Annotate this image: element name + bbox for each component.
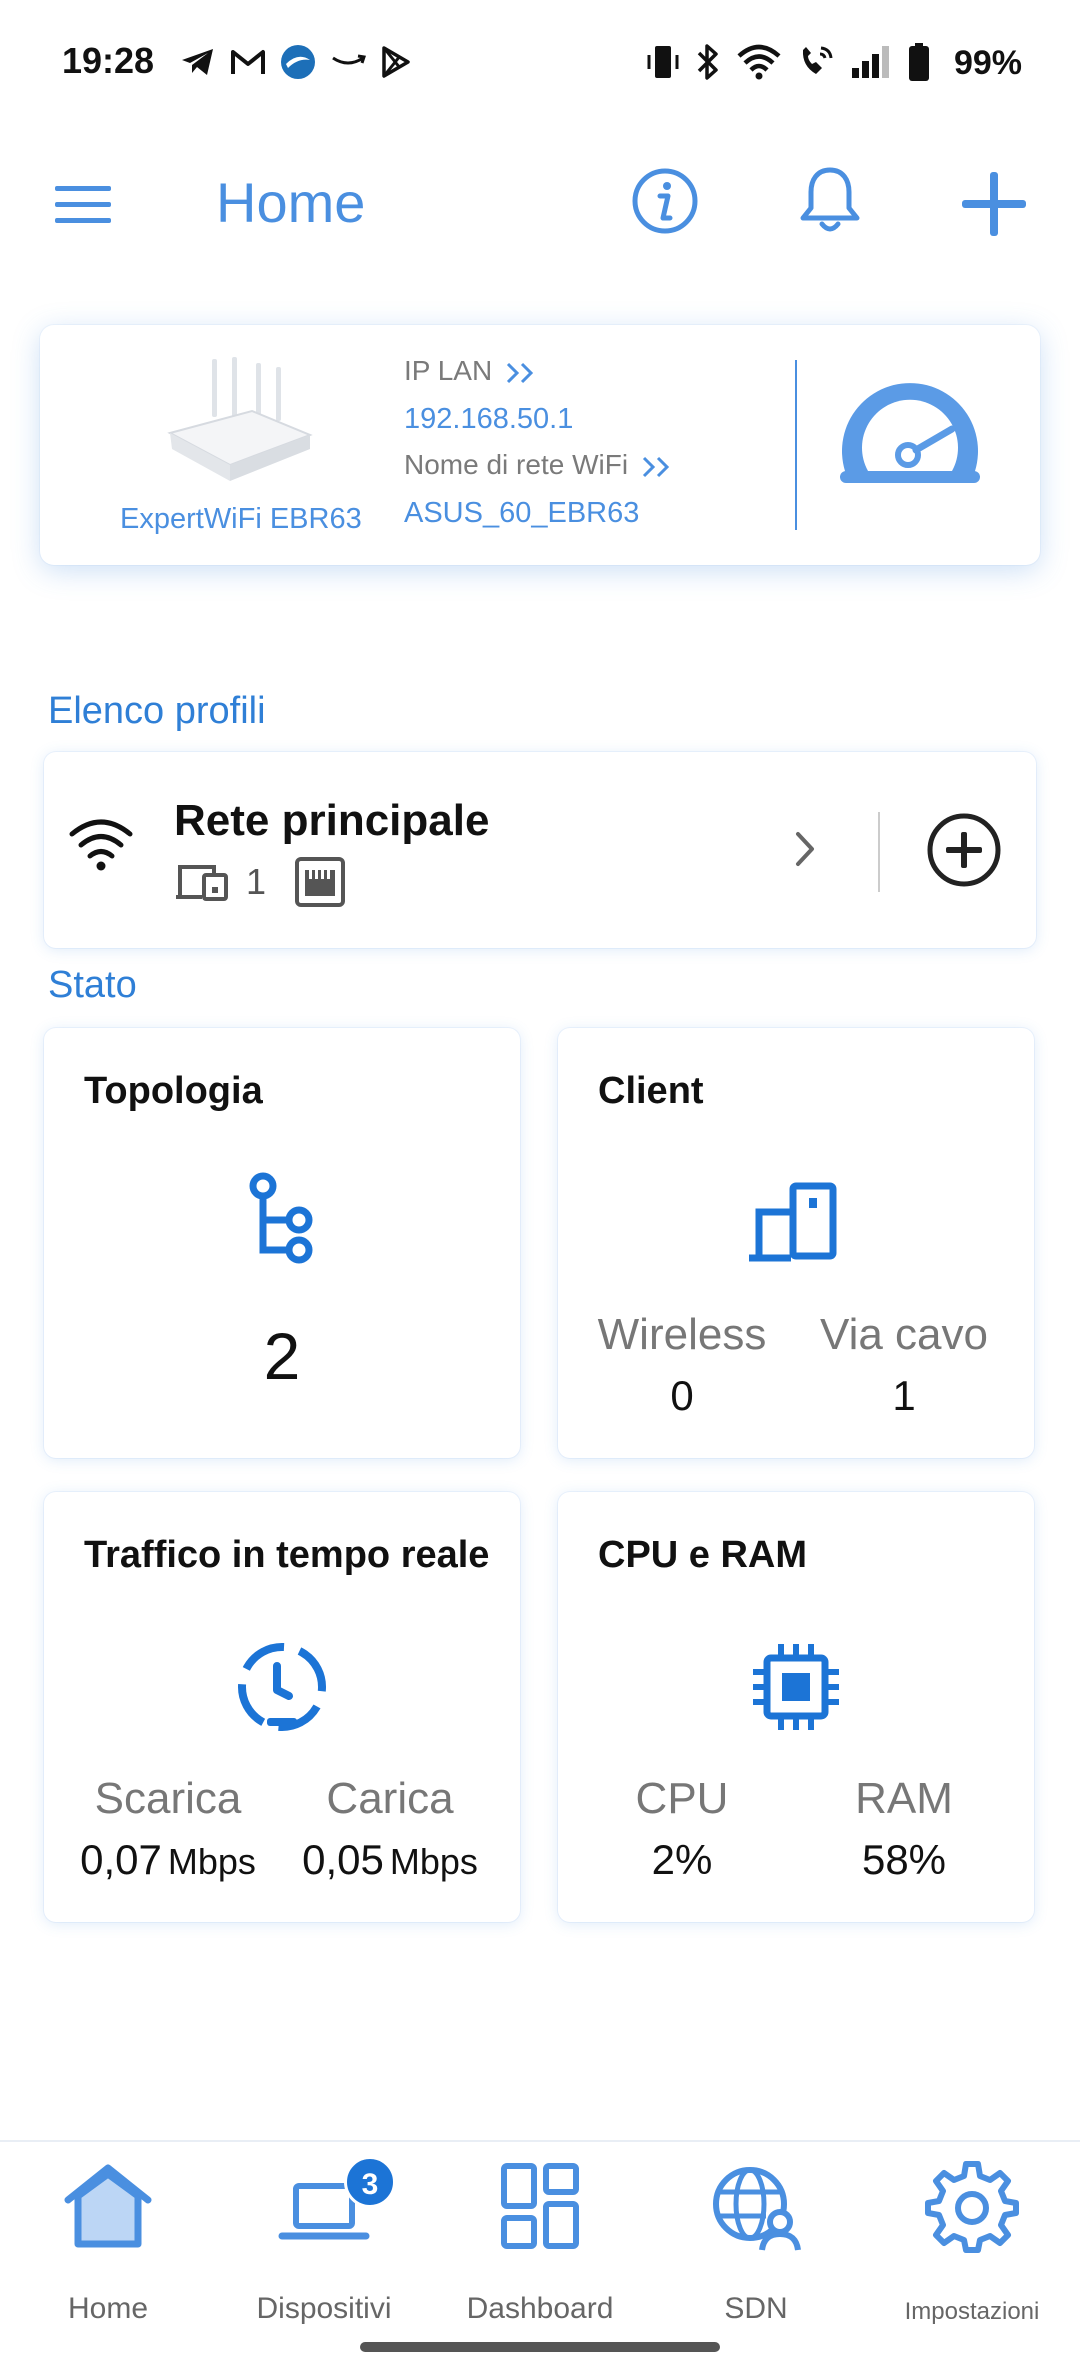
- app-bar: Home: [0, 150, 1080, 260]
- gmail-icon: [231, 50, 265, 74]
- upload-value-row: 0,05 Mbps: [280, 1836, 500, 1884]
- wireless-label: Wireless: [597, 1310, 767, 1359]
- telegram-icon: [182, 49, 213, 75]
- bluetooth-icon: [697, 44, 718, 80]
- lan-label-row[interactable]: IP LAN: [404, 355, 538, 387]
- gear-icon: [925, 2161, 1019, 2253]
- cpu-icon: [753, 1644, 839, 1730]
- nav-settings[interactable]: Impostazioni: [864, 2156, 1080, 2336]
- client-devices-icon: [749, 1182, 837, 1262]
- ram-label: RAM: [855, 1774, 953, 1823]
- profile-details: 1: [174, 856, 346, 908]
- double-chevron-right-icon: [642, 456, 670, 477]
- topology-value: 2: [263, 1319, 301, 1393]
- nav-dashboard-label: Dashboard: [466, 2292, 614, 2325]
- wifi-icon: [737, 44, 781, 80]
- client-title: Client: [598, 1070, 704, 1112]
- devices-icon: [176, 865, 228, 901]
- nav-sdn-label: SDN: [724, 2292, 788, 2325]
- speedtest-icon[interactable]: [830, 367, 990, 497]
- wired-value: 1: [892, 1372, 916, 1419]
- status-bar: 19:28 99%: [0, 0, 1080, 130]
- nav-devices[interactable]: 3 Dispositivi: [216, 2156, 432, 2336]
- upload-value: 0,05: [302, 1836, 384, 1883]
- wireless-value: 0: [670, 1372, 694, 1419]
- ram-value: 58%: [861, 1836, 947, 1883]
- wired-label: Via cavo: [820, 1310, 988, 1359]
- devices-badge: 3: [344, 2156, 396, 2208]
- wifi-label: Nome di rete WiFi: [404, 449, 629, 480]
- download-value-row: 0,07 Mbps: [58, 1836, 278, 1884]
- realtime-traffic-icon: [238, 1643, 326, 1731]
- app-icon: [281, 45, 315, 79]
- download-unit: Mbps: [167, 1841, 256, 1882]
- lan-ip: 192.168.50.1: [404, 403, 574, 435]
- card-divider: [795, 360, 797, 530]
- add-icon[interactable]: [958, 168, 1030, 240]
- battery-percent: 99%: [953, 44, 1022, 82]
- lan-label: IP LAN: [404, 355, 493, 386]
- profile-divider: [878, 812, 880, 892]
- vibrate-icon: [647, 46, 679, 78]
- wired-column: Via cavo 1: [794, 1310, 1014, 1420]
- cpu-value: 2%: [651, 1836, 713, 1883]
- amazon-icon: [332, 54, 366, 65]
- chevron-right-icon[interactable]: [786, 824, 826, 874]
- nav-home[interactable]: Home: [0, 2156, 216, 2336]
- router-image: [167, 357, 313, 481]
- profile-card[interactable]: Rete principale 1: [44, 752, 1036, 948]
- device-count: 1: [246, 861, 267, 902]
- double-chevron-right-icon: [507, 362, 534, 383]
- bottom-navigation: Home 3 Dispositivi Dashboard SDN Imposta…: [0, 2140, 1080, 2376]
- page-title: Home: [216, 171, 366, 234]
- download-column: Scarica 0,07 Mbps: [58, 1774, 278, 1884]
- upload-column: Carica 0,05 Mbps: [280, 1774, 500, 1884]
- cpu-ram-title: CPU e RAM: [598, 1534, 808, 1576]
- battery-icon: [909, 43, 929, 81]
- router-model: ExpertWiFi EBR63: [120, 503, 362, 535]
- menu-icon[interactable]: [50, 180, 120, 230]
- nav-settings-label: Impostazioni: [904, 2298, 1040, 2325]
- ram-column: RAM 58%: [794, 1774, 1014, 1884]
- upload-unit: Mbps: [389, 1841, 478, 1882]
- system-icons: [646, 42, 930, 82]
- wifi-icon: [69, 819, 133, 871]
- sdn-icon: [713, 2167, 801, 2251]
- profiles-section-title: Elenco profili: [48, 690, 266, 732]
- ethernet-icon: [295, 857, 346, 907]
- dashboard-icon: [501, 2163, 579, 2249]
- topology-icon: [249, 1172, 313, 1264]
- topology-title: Topologia: [84, 1070, 263, 1112]
- cpu-ram-tile[interactable]: CPU e RAM CPU 2% RAM 58%: [558, 1492, 1034, 1922]
- wireless-column: Wireless 0: [572, 1310, 792, 1420]
- gesture-bar[interactable]: [360, 2342, 720, 2352]
- download-label: Scarica: [94, 1774, 242, 1823]
- topology-tile[interactable]: Topologia 2: [44, 1028, 520, 1458]
- play-store-icon: [382, 46, 410, 78]
- signal-icon: [852, 46, 889, 78]
- wifi-call-icon: [802, 46, 833, 74]
- router-card[interactable]: ExpertWiFi EBR63 IP LAN 192.168.50.1 Nom…: [40, 325, 1040, 565]
- notification-icons: [180, 44, 412, 80]
- nav-dashboard[interactable]: Dashboard: [432, 2156, 648, 2336]
- download-value: 0,07: [80, 1836, 162, 1883]
- traffic-title: Traffico in tempo reale: [84, 1534, 490, 1576]
- upload-label: Carica: [326, 1774, 454, 1823]
- nav-devices-label: Dispositivi: [256, 2292, 392, 2325]
- nav-home-label: Home: [67, 2292, 149, 2325]
- traffic-tile[interactable]: Traffico in tempo reale Scarica 0,07 Mbps…: [44, 1492, 520, 1922]
- client-tile[interactable]: Client Wireless 0 Via cavo 1: [558, 1028, 1034, 1458]
- status-section-title: Stato: [48, 964, 137, 1006]
- home-icon: [64, 2164, 152, 2248]
- add-profile-icon[interactable]: [924, 810, 1004, 890]
- info-icon[interactable]: [630, 166, 700, 236]
- cpu-column: CPU 2%: [572, 1774, 792, 1884]
- nav-sdn[interactable]: SDN: [648, 2156, 864, 2336]
- cpu-label: CPU: [635, 1774, 729, 1823]
- wifi-name: ASUS_60_EBR63: [404, 497, 640, 529]
- status-time: 19:28: [62, 40, 155, 81]
- bell-icon[interactable]: [795, 164, 865, 238]
- profile-name: Rete principale: [174, 796, 490, 845]
- wifi-label-row[interactable]: Nome di rete WiFi: [404, 449, 674, 481]
